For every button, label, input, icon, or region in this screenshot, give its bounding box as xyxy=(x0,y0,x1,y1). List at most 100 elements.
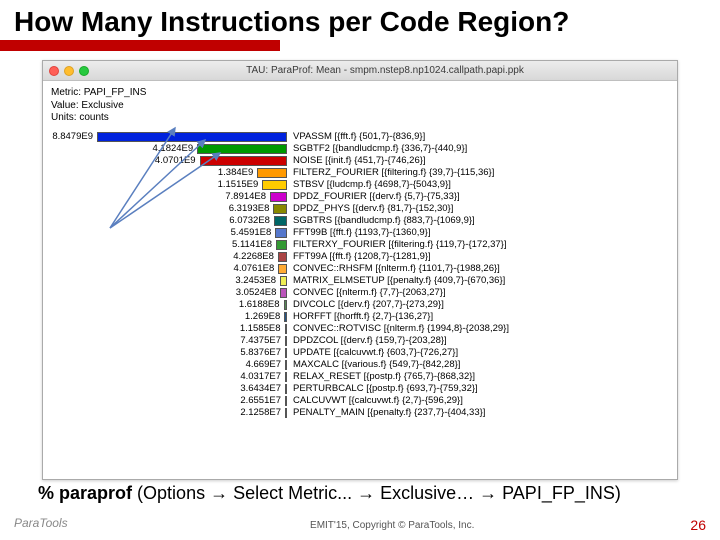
bar-row[interactable]: 6.3193E8DPDZ_PHYS [{derv.f} {81,7}-{152,… xyxy=(47,203,673,215)
bar-value: 4.669E7 xyxy=(47,359,285,370)
window-titlebar[interactable]: TAU: ParaProf: Mean - smpm.nstep8.np1024… xyxy=(43,61,677,81)
bar xyxy=(274,216,287,226)
bar-value: 6.3193E8 xyxy=(47,203,273,214)
bar-value: 8.8479E9 xyxy=(47,131,97,142)
bar-chart[interactable]: 8.8479E9VPASSM [{fft.f} {501,7}-{836,9}]… xyxy=(43,127,677,423)
bar-value: 1.384E9 xyxy=(47,167,257,178)
caption-path: (Options → Select Metric... → Exclusive…… xyxy=(137,483,621,503)
bar-label: MATRIX_ELMSETUP [{penalty.f} {409,7}-{67… xyxy=(287,275,505,286)
bar-value: 5.8376E7 xyxy=(47,347,285,358)
bar xyxy=(284,300,287,310)
bar-value: 3.0524E8 xyxy=(47,287,280,298)
bar-label: CALCUVWT [{calcuvwt.f} {2,7}-{596,29}] xyxy=(287,395,463,406)
bar-value: 1.1515E9 xyxy=(47,179,262,190)
bar-value: 5.4591E8 xyxy=(47,227,275,238)
bar-value: 1.6188E8 xyxy=(47,299,284,310)
bar-row[interactable]: 7.8914E8 DPDZ_FOURIER [{derv.f} {5,7}-{75… xyxy=(47,191,673,203)
bar xyxy=(273,204,287,214)
bar-row[interactable]: 6.0732E8 SGBTRS [{bandludcmp.f} {883,7}-{… xyxy=(47,215,673,227)
bar-row[interactable]: 1.269E8HORFFT [{horfft.f} {2,7}-{136,27}… xyxy=(47,311,673,323)
paraprof-window: TAU: ParaProf: Mean - smpm.nstep8.np1024… xyxy=(42,60,678,480)
bar-row[interactable]: 4.669E7MAXCALC [{various.f} {549,7}-{842… xyxy=(47,359,673,371)
bar-row[interactable]: 2.1258E7PENALTY_MAIN [{penalty.f} {237,7… xyxy=(47,407,673,419)
bar-label: CONVEC::ROTVISC [{nlterm.f} {1994,8}-{20… xyxy=(287,323,509,334)
bar-row[interactable]: 8.8479E9VPASSM [{fft.f} {501,7}-{836,9}] xyxy=(47,131,673,143)
bar xyxy=(257,168,287,178)
bar-row[interactable]: 1.384E9 FILTERZ_FOURIER [{filtering.f} {3… xyxy=(47,167,673,179)
bar-row[interactable]: 3.2453E8 MATRIX_ELMSETUP [{penalty.f} {40… xyxy=(47,275,673,287)
caption-command: % paraprof xyxy=(38,483,132,503)
copyright: EMIT'15, Copyright © ParaTools, Inc. xyxy=(94,520,690,531)
bar-label: PENALTY_MAIN [{penalty.f} {237,7}-{404,3… xyxy=(287,407,485,418)
bar-row[interactable]: 2.6551E7CALCUVWT [{calcuvwt.f} {2,7}-{59… xyxy=(47,395,673,407)
bar-label: NOISE [{init.f} {451,7}-{746,26}] xyxy=(287,155,426,166)
bar-row[interactable]: 5.4591E8 FFT99B [{fft.f} {1193,7}-{1360,9… xyxy=(47,227,673,239)
paratools-logo: ParaTools xyxy=(14,516,94,534)
minimize-icon[interactable] xyxy=(64,66,74,76)
bar-row[interactable]: 3.0524E8 CONVEC [{nlterm.f} {7,7}-{2063,2… xyxy=(47,287,673,299)
bar xyxy=(285,348,287,358)
slide-title: How Many Instructions per Code Region? xyxy=(0,0,720,40)
maximize-icon[interactable] xyxy=(79,66,89,76)
bar-label: DIVCOLC [{derv.f} {207,7}-{273,29}] xyxy=(287,299,444,310)
bar-row[interactable]: 1.1585E8CONVEC::ROTVISC [{nlterm.f} {199… xyxy=(47,323,673,335)
value-label: Value: xyxy=(51,100,79,111)
bar xyxy=(280,288,287,298)
bar-label: DPDZ_FOURIER [{derv.f} {5,7}-{75,33}] xyxy=(287,191,460,202)
bar-row[interactable]: 4.0701E9 NOISE [{init.f} {451,7}-{746,26}… xyxy=(47,155,673,167)
value-value: Exclusive xyxy=(81,100,123,111)
bar xyxy=(285,372,287,382)
bar xyxy=(276,240,287,250)
bar-label: FFT99B [{fft.f} {1193,7}-{1360,9}] xyxy=(287,227,431,238)
metric-label: Metric: xyxy=(51,87,81,98)
bar-row[interactable]: 4.1824E9SGBTF2 [{bandludcmp.f} {336,7}-{… xyxy=(47,143,673,155)
bar-value: 4.0761E8 xyxy=(47,263,278,274)
bar-label: SGBTRS [{bandludcmp.f} {883,7}-{1069,9}] xyxy=(287,215,475,226)
bar xyxy=(200,156,287,166)
bar xyxy=(278,252,287,262)
bar xyxy=(285,384,287,394)
bar-row[interactable]: 4.0761E8CONVEC::RHSFM [{nlterm.f} {1101,… xyxy=(47,263,673,275)
page-number: 26 xyxy=(690,517,706,533)
bar-row[interactable]: 4.0317E7RELAX_RESET [{postp.f} {765,7}-{… xyxy=(47,371,673,383)
bar-value: 6.0732E8 xyxy=(47,215,274,226)
bar-value: 3.2453E8 xyxy=(47,275,280,286)
bar-label: HORFFT [{horfft.f} {2,7}-{136,27}] xyxy=(287,311,433,322)
close-icon[interactable] xyxy=(49,66,59,76)
bar xyxy=(285,360,287,370)
bar-value: 2.1258E7 xyxy=(47,407,285,418)
footer: ParaTools EMIT'15, Copyright © ParaTools… xyxy=(0,516,720,534)
bar-value: 3.6434E7 xyxy=(47,383,285,394)
bar-value: 4.0317E7 xyxy=(47,371,285,382)
bar-row[interactable]: 5.1141E8FILTERXY_FOURIER [{filtering.f} … xyxy=(47,239,673,251)
bar-value: 4.1824E9 xyxy=(47,143,197,154)
bar-value: 5.1141E8 xyxy=(47,239,276,250)
bar-value: 1.1585E8 xyxy=(47,323,285,334)
bar xyxy=(285,324,287,334)
bar-row[interactable]: 7.4375E7DPDZCOL [{derv.f} {159,7}-{203,2… xyxy=(47,335,673,347)
caption: % paraprof (Options → Select Metric... →… xyxy=(38,483,621,504)
bar xyxy=(197,144,287,154)
bar-row[interactable]: 1.6188E8DIVCOLC [{derv.f} {207,7}-{273,2… xyxy=(47,299,673,311)
bar-label: STBSV [{ludcmp.f} {4698,7}-{5043,9}] xyxy=(287,179,451,190)
title-underline xyxy=(0,40,280,51)
window-title: TAU: ParaProf: Mean - smpm.nstep8.np1024… xyxy=(99,65,671,76)
bar-label: FILTERZ_FOURIER [{filtering.f} {39,7}-{1… xyxy=(287,167,494,178)
window-buttons xyxy=(49,66,89,76)
bar xyxy=(97,132,287,142)
bar-value: 2.6551E7 xyxy=(47,395,285,406)
bar-label: RELAX_RESET [{postp.f} {765,7}-{868,32}] xyxy=(287,371,475,382)
bar xyxy=(284,312,287,322)
bar-row[interactable]: 4.2268E8FFT99A [{fft.f} {1208,7}-{1281,9… xyxy=(47,251,673,263)
bar-label: CONVEC [{nlterm.f} {7,7}-{2063,27}] xyxy=(287,287,446,298)
bar-label: FFT99A [{fft.f} {1208,7}-{1281,9}] xyxy=(287,251,431,262)
bar-row[interactable]: 1.1515E9 STBSV [{ludcmp.f} {4698,7}-{5043… xyxy=(47,179,673,191)
bar-value: 7.8914E8 xyxy=(47,191,270,202)
bar-value: 4.0701E9 xyxy=(47,155,200,166)
bar-row[interactable]: 3.6434E7PERTURBCALC [{postp.f} {693,7}-{… xyxy=(47,383,673,395)
bar-label: UPDATE [{calcuvwt.f} {603,7}-{726,27}] xyxy=(287,347,458,358)
bar-row[interactable]: 5.8376E7UPDATE [{calcuvwt.f} {603,7}-{72… xyxy=(47,347,673,359)
bar xyxy=(285,396,287,406)
bar xyxy=(285,408,287,418)
bar-value: 7.4375E7 xyxy=(47,335,285,346)
